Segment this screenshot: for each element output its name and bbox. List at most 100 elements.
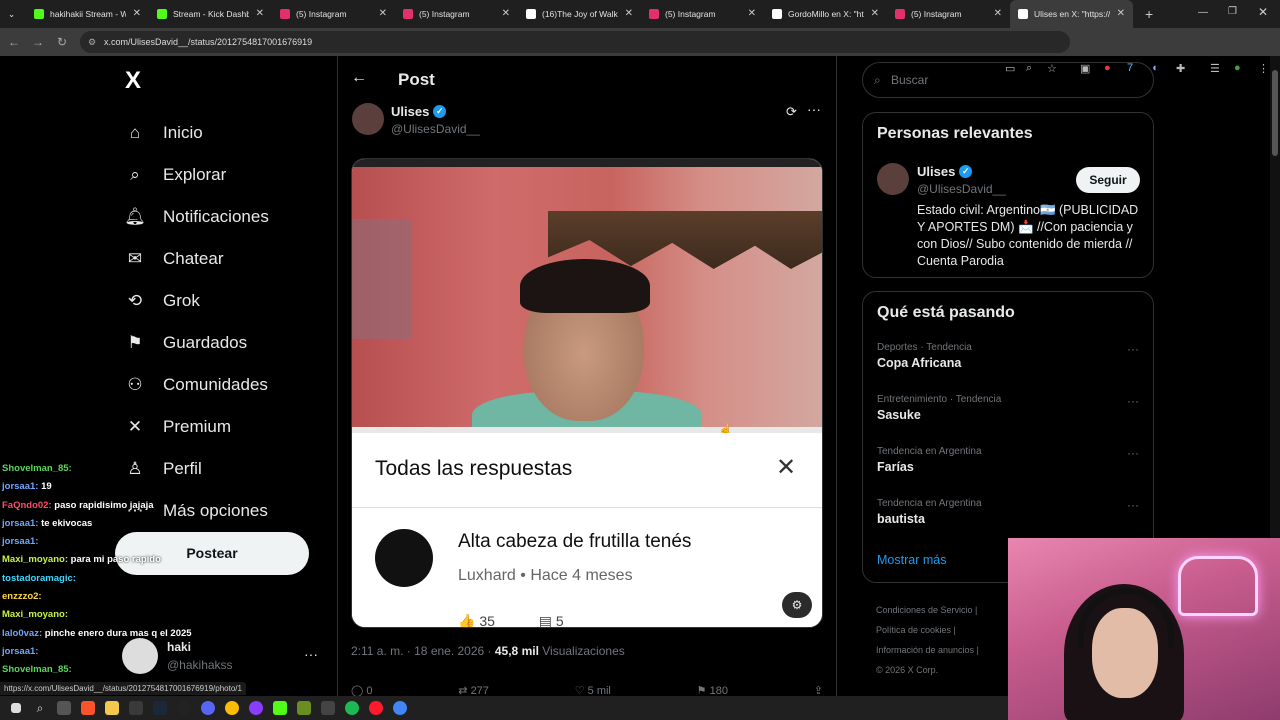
sidebar-item-notificaciones[interactable]: 🔔︎ Notificaciones (122, 196, 269, 238)
brave-icon[interactable] (76, 696, 100, 720)
spotify-icon[interactable] (340, 696, 364, 720)
trend-name: bautista (877, 512, 925, 526)
browser-tab[interactable]: Ulises en X: "https:// ✕ (1010, 0, 1133, 28)
sidebar-item-guardados[interactable]: ⚑ Guardados (122, 322, 269, 364)
more-icon[interactable]: ··· (807, 101, 821, 117)
card-title: Qué está pasando (877, 304, 1015, 321)
chat-message: Maxi_moyano: (2, 606, 242, 624)
sidebar-item-comunidades[interactable]: ⚇ Comunidades (122, 364, 269, 406)
footer-link[interactable]: © 2026 X Corp. (876, 660, 1016, 680)
browser-tab[interactable]: hakihakii Stream - W ✕ (26, 0, 149, 28)
windows-start-icon[interactable] (4, 696, 28, 720)
more-icon[interactable]: ··· (1127, 446, 1139, 460)
grok-icon[interactable]: ⟳ (786, 104, 797, 120)
close-tab-icon[interactable]: ✕ (133, 8, 141, 19)
app-icon[interactable] (316, 696, 340, 720)
author-handle[interactable]: @UlisesDavid__ (391, 122, 480, 136)
opera-icon[interactable] (364, 696, 388, 720)
sidebar-item-chatear[interactable]: ✉ Chatear (122, 238, 269, 280)
close-tab-icon[interactable]: ✕ (994, 8, 1002, 19)
close-tab-icon[interactable]: ✕ (625, 8, 633, 19)
post-media[interactable]: ☝ Todas las respuestas ✕ Alta cabeza de … (351, 158, 823, 628)
site-info-icon[interactable]: ⚙ (88, 31, 96, 53)
sidebar-item-label: Guardados (163, 333, 248, 352)
chat-username: jorsaa1: (2, 536, 39, 548)
tab-list-button[interactable]: ⌄ (0, 0, 26, 28)
tab-title: Stream - Kick Dashbo (173, 9, 249, 19)
browser-tab[interactable]: Stream - Kick Dashbo ✕ (149, 0, 272, 28)
x-logo[interactable]: X (125, 67, 141, 95)
post-timestamp: 2:11 a. m. · 18 ene. 2026 · 45,8 mil Vis… (351, 644, 625, 658)
chat-username: enzzzo2: (2, 591, 42, 603)
app-icon[interactable] (124, 696, 148, 720)
back-arrow-icon[interactable]: ← (351, 69, 367, 87)
close-tab-icon[interactable]: ✕ (1117, 8, 1125, 19)
trend-item[interactable]: Deportes · Tendencia Copa Africana ··· (877, 342, 1139, 370)
trend-item[interactable]: Tendencia en Argentina bautista ··· (877, 498, 1139, 526)
browser-tab[interactable]: (5) Instagram ✕ (887, 0, 1010, 28)
back-icon[interactable]: ← (2, 35, 26, 49)
browser-tab-bar: ⌄ hakihakii Stream - W ✕ Stream - Kick Das… (0, 0, 1280, 28)
explorer-icon[interactable] (100, 696, 124, 720)
tab-title: hakihakii Stream - W (50, 9, 126, 19)
footer-link[interactable]: Condiciones de Servicio | (876, 600, 1016, 620)
reload-icon[interactable]: ↻ (50, 35, 74, 49)
browser-tab[interactable]: (16)The Joy of Walkin ✕ (518, 0, 641, 28)
show-more-link[interactable]: Mostrar más (877, 553, 946, 567)
discord-icon[interactable] (196, 696, 220, 720)
relevant-name[interactable]: Ulises ✓ (917, 164, 973, 179)
close-tab-icon[interactable]: ✕ (379, 8, 387, 19)
media-settings-icon[interactable]: ⚙ (782, 592, 812, 618)
sidebar-item-grok[interactable]: ⟲ Grok (122, 280, 269, 322)
close-window-button[interactable]: ✕ (1258, 5, 1268, 19)
trend-item[interactable]: Entretenimiento · Tendencia Sasuke ··· (877, 394, 1139, 422)
author-name[interactable]: Ulises ✓ (391, 104, 447, 119)
page-title: Post (398, 70, 435, 89)
footer-link[interactable]: Información de anuncios | (876, 640, 1016, 660)
chat-message: jorsaa1: te ekivocas (2, 515, 242, 533)
close-tab-icon[interactable]: ✕ (256, 8, 264, 19)
task-view-icon[interactable] (52, 696, 76, 720)
more-icon[interactable]: ··· (304, 646, 318, 662)
search-icon[interactable]: ⌕ (28, 696, 52, 720)
more-icon[interactable]: ··· (1127, 394, 1139, 408)
puzzle-icon[interactable]: ✚ (1176, 62, 1185, 75)
chrome-icon[interactable] (220, 696, 244, 720)
minecraft-icon[interactable] (292, 696, 316, 720)
more-icon[interactable]: ··· (1127, 342, 1139, 356)
chrome-icon[interactable] (388, 696, 412, 720)
verified-icon: ✓ (433, 105, 447, 118)
obs-icon[interactable] (172, 696, 196, 720)
browser-tab[interactable]: (5) Instagram ✕ (272, 0, 395, 28)
profile-icon[interactable]: ● (1234, 62, 1241, 74)
canva-icon[interactable] (244, 696, 268, 720)
avatar[interactable] (877, 163, 909, 195)
restore-button[interactable]: ❐ (1228, 6, 1237, 17)
sidebar-item-label: Inicio (163, 123, 203, 142)
scrollbar-thumb[interactable] (1272, 70, 1278, 156)
close-tab-icon[interactable]: ✕ (748, 8, 756, 19)
close-tab-icon[interactable]: ✕ (502, 8, 510, 19)
browser-tab[interactable]: (5) Instagram ✕ (395, 0, 518, 28)
close-tab-icon[interactable]: ✕ (871, 8, 879, 19)
menu-icon[interactable]: ⋮ (1258, 62, 1269, 75)
browser-tab[interactable]: GordoMillo en X: "ht ✕ (764, 0, 887, 28)
more-icon[interactable]: ··· (1127, 498, 1139, 512)
footer-link[interactable]: Política de cookies | (876, 620, 1016, 640)
reading-list-icon[interactable]: ☰ (1210, 62, 1220, 75)
forward-icon[interactable]: → (26, 35, 50, 49)
kick-icon[interactable] (268, 696, 292, 720)
sidebar-item-explorar[interactable]: ⌕ Explorar (122, 154, 269, 196)
author-avatar[interactable] (352, 103, 384, 135)
minimize-button[interactable]: — (1198, 7, 1208, 18)
relevant-handle[interactable]: @UlisesDavid__ (917, 182, 1006, 196)
follow-button[interactable]: Seguir (1076, 167, 1140, 193)
browser-tab[interactable]: (5) Instagram ✕ (641, 0, 764, 28)
sidebar-item-inicio[interactable]: ⌂ Inicio (122, 112, 269, 154)
search-input[interactable]: ⌕ Buscar (862, 62, 1154, 98)
steam-icon[interactable] (148, 696, 172, 720)
new-tab-button[interactable]: + (1145, 6, 1153, 22)
trend-item[interactable]: Tendencia en Argentina Farías ··· (877, 446, 1139, 474)
sidebar-item-premium[interactable]: ✕ Premium (122, 406, 269, 448)
url-input[interactable]: ⚙ x.com/UlisesDavid__/status/201275481700… (80, 31, 1070, 53)
